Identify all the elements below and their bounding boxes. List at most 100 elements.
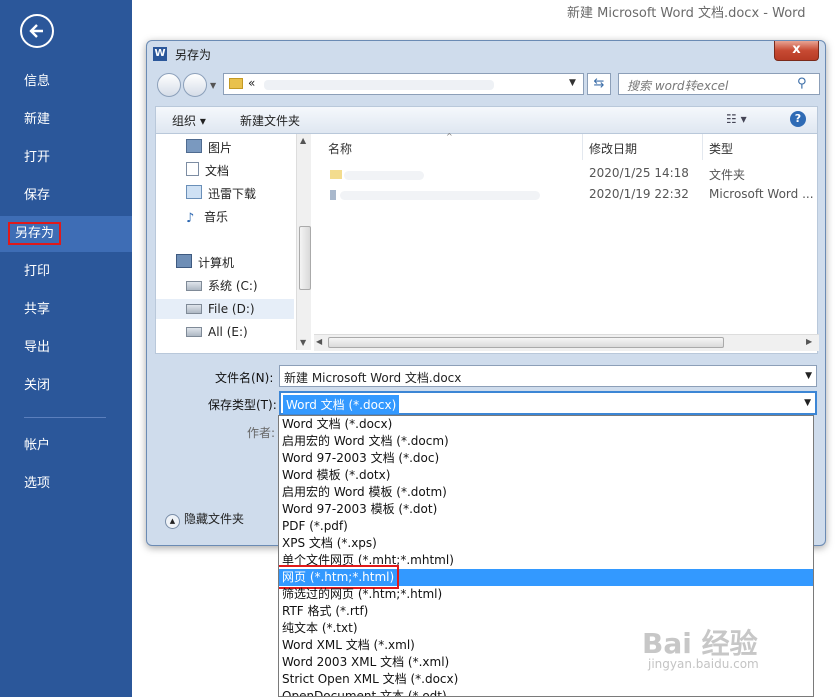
organize-button[interactable]: 组织 ▾	[172, 112, 206, 129]
nav-item-drive-e[interactable]: All (E:)	[186, 322, 248, 342]
filetype-select[interactable]: Word 文档 (*.docx) ▼	[279, 391, 817, 415]
view-options-icon[interactable]: ☷ ▾	[726, 112, 747, 126]
sidebar-item-account[interactable]: 帐户	[0, 428, 132, 464]
file-name-redacted	[340, 191, 540, 200]
back-button[interactable]	[157, 73, 181, 97]
column-header-modified[interactable]: 修改日期	[589, 140, 637, 157]
filetype-option[interactable]: Word 模板 (*.dotx)	[279, 467, 813, 484]
sidebar-item-export[interactable]: 导出	[0, 330, 132, 366]
filename-value: 新建 Microsoft Word 文档.docx	[284, 371, 462, 385]
file-name-redacted	[344, 171, 424, 180]
filetype-option[interactable]: 单个文件网页 (*.mht;*.mhtml)	[279, 552, 813, 569]
folder-icon	[229, 78, 243, 89]
filetype-option[interactable]: XPS 文档 (*.xps)	[279, 535, 813, 552]
file-modified: 2020/1/25 14:18	[589, 166, 689, 180]
scroll-right-icon[interactable]: ▶	[806, 337, 812, 346]
filetype-option[interactable]: PDF (*.pdf)	[279, 518, 813, 535]
file-type: Microsoft Word ...	[709, 187, 814, 201]
filetype-option[interactable]: 启用宏的 Word 模板 (*.dotm)	[279, 484, 813, 501]
filetype-option[interactable]: Word 97-2003 文档 (*.doc)	[279, 450, 813, 467]
sidebar-item-options[interactable]: 选项	[0, 466, 132, 502]
file-list-horizontal-scrollbar[interactable]: ◀ ▶	[314, 334, 819, 351]
close-button[interactable]: x	[774, 41, 819, 61]
collapse-up-icon: ▲	[165, 514, 180, 529]
baidu-watermark-logo: Bai 经验	[642, 627, 758, 660]
address-bar[interactable]: « ▼	[223, 73, 584, 95]
sidebar-item-close[interactable]: 关闭	[0, 368, 132, 404]
word-app-icon: W	[153, 47, 167, 61]
window-title: 新建 Microsoft Word 文档.docx - Word	[567, 6, 806, 21]
scroll-down-icon[interactable]: ▼	[300, 338, 306, 347]
address-path-redacted	[264, 80, 494, 90]
nav-item-documents[interactable]: 文档	[186, 161, 229, 181]
dialog-title: 另存为	[175, 48, 212, 62]
column-header-name[interactable]: 名称	[328, 140, 352, 157]
search-input[interactable]: 搜索 word转excel ⚲	[618, 73, 820, 95]
scrollbar-thumb[interactable]	[299, 226, 311, 290]
filetype-option[interactable]: 筛选过的网页 (*.htm;*.html)	[279, 586, 813, 603]
drive-icon	[186, 327, 202, 337]
sidebar-item-save[interactable]: 保存	[0, 178, 132, 214]
dialog-toolbar: 组织 ▾ 新建文件夹 ☷ ▾ ?	[155, 106, 818, 134]
filetype-option[interactable]: Strict Open XML 文档 (*.docx)	[279, 671, 813, 688]
word-file-icon	[330, 190, 336, 200]
history-dropdown-icon[interactable]: ▼	[210, 81, 216, 90]
pictures-icon	[186, 139, 202, 153]
computer-icon	[176, 254, 192, 268]
filetype-option[interactable]: RTF 格式 (*.rtf)	[279, 603, 813, 620]
sidebar-item-open[interactable]: 打开	[0, 140, 132, 176]
search-placeholder: 搜索 word转excel	[627, 79, 729, 93]
nav-item-pictures[interactable]: 图片	[186, 138, 232, 158]
file-list: ^ 名称 修改日期 类型 2020/1/25 14:18 文件夹 2020/1/…	[314, 132, 819, 354]
filetype-option[interactable]: Word 97-2003 模板 (*.dot)	[279, 501, 813, 518]
nav-item-music[interactable]: ♪ 音乐	[186, 207, 228, 227]
filetype-option[interactable]: Word 文档 (*.docx)	[279, 416, 813, 433]
download-icon	[186, 185, 202, 199]
column-divider	[702, 134, 703, 160]
column-header-type[interactable]: 类型	[709, 140, 733, 157]
filename-label: 文件名(N):	[215, 371, 274, 385]
sidebar-item-print[interactable]: 打印	[0, 254, 132, 290]
music-icon: ♪	[186, 211, 195, 226]
scroll-up-icon[interactable]: ▲	[300, 136, 306, 145]
forward-button[interactable]	[183, 73, 207, 97]
nav-item-drive-c[interactable]: 系统 (C:)	[186, 276, 258, 296]
hide-folders-label: 隐藏文件夹	[184, 512, 245, 526]
sidebar-item-share[interactable]: 共享	[0, 292, 132, 328]
folder-icon	[330, 170, 342, 179]
sidebar-item-info[interactable]: 信息	[0, 64, 132, 100]
file-type: 文件夹	[709, 168, 746, 182]
filename-field[interactable]: 新建 Microsoft Word 文档.docx ▼	[279, 365, 817, 387]
sidebar-item-save-as[interactable]: 另存为	[0, 216, 132, 252]
filetype-option[interactable]: OpenDocument 文本 (*.odt)	[279, 688, 813, 696]
file-modified: 2020/1/19 22:32	[589, 187, 689, 201]
navigation-pane: 图片 文档 迅雷下载 ♪ 音乐 计算机 系统 (C:) File (D:) All…	[156, 134, 311, 354]
sort-indicator-icon: ^	[446, 132, 453, 141]
refresh-icon[interactable]: ⇆	[587, 73, 611, 95]
file-browser: 图片 文档 迅雷下载 ♪ 音乐 计算机 系统 (C:) File (D:) All…	[155, 132, 819, 354]
sidebar-item-new[interactable]: 新建	[0, 102, 132, 138]
nav-pane-scrollbar[interactable]: ▲ ▼	[296, 134, 311, 350]
address-overflow-icon[interactable]: «	[248, 76, 255, 90]
baidu-watermark-url: jingyan.baidu.com	[648, 657, 759, 671]
nav-item-drive-d[interactable]: File (D:)	[156, 299, 294, 319]
filetype-option[interactable]: 启用宏的 Word 文档 (*.docm)	[279, 433, 813, 450]
nav-item-thunder-downloads[interactable]: 迅雷下载	[186, 184, 256, 204]
chevron-down-icon[interactable]: ▼	[804, 398, 811, 408]
column-divider	[582, 134, 583, 160]
nav-item-computer[interactable]: 计算机	[176, 253, 234, 273]
scrollbar-thumb[interactable]	[328, 337, 724, 348]
help-icon[interactable]: ?	[790, 111, 806, 127]
chevron-down-icon[interactable]: ▼	[569, 78, 576, 88]
search-icon[interactable]: ⚲	[797, 76, 807, 91]
filetype-value: Word 文档 (*.docx)	[283, 395, 400, 414]
chevron-down-icon[interactable]: ▼	[805, 371, 812, 381]
author-label: 作者:	[247, 426, 276, 440]
new-folder-button[interactable]: 新建文件夹	[240, 112, 300, 129]
scroll-left-icon[interactable]: ◀	[316, 337, 322, 346]
backstage-sidebar: 信息 新建 打开 保存 另存为 打印 共享 导出 关闭 帐户 选项	[0, 0, 132, 697]
filetype-option-selected[interactable]: 网页 (*.htm;*.html)	[279, 565, 813, 589]
drive-icon	[186, 304, 202, 314]
hide-folders-toggle[interactable]: ▲ 隐藏文件夹	[165, 510, 244, 529]
back-arrow-icon[interactable]	[20, 14, 54, 48]
